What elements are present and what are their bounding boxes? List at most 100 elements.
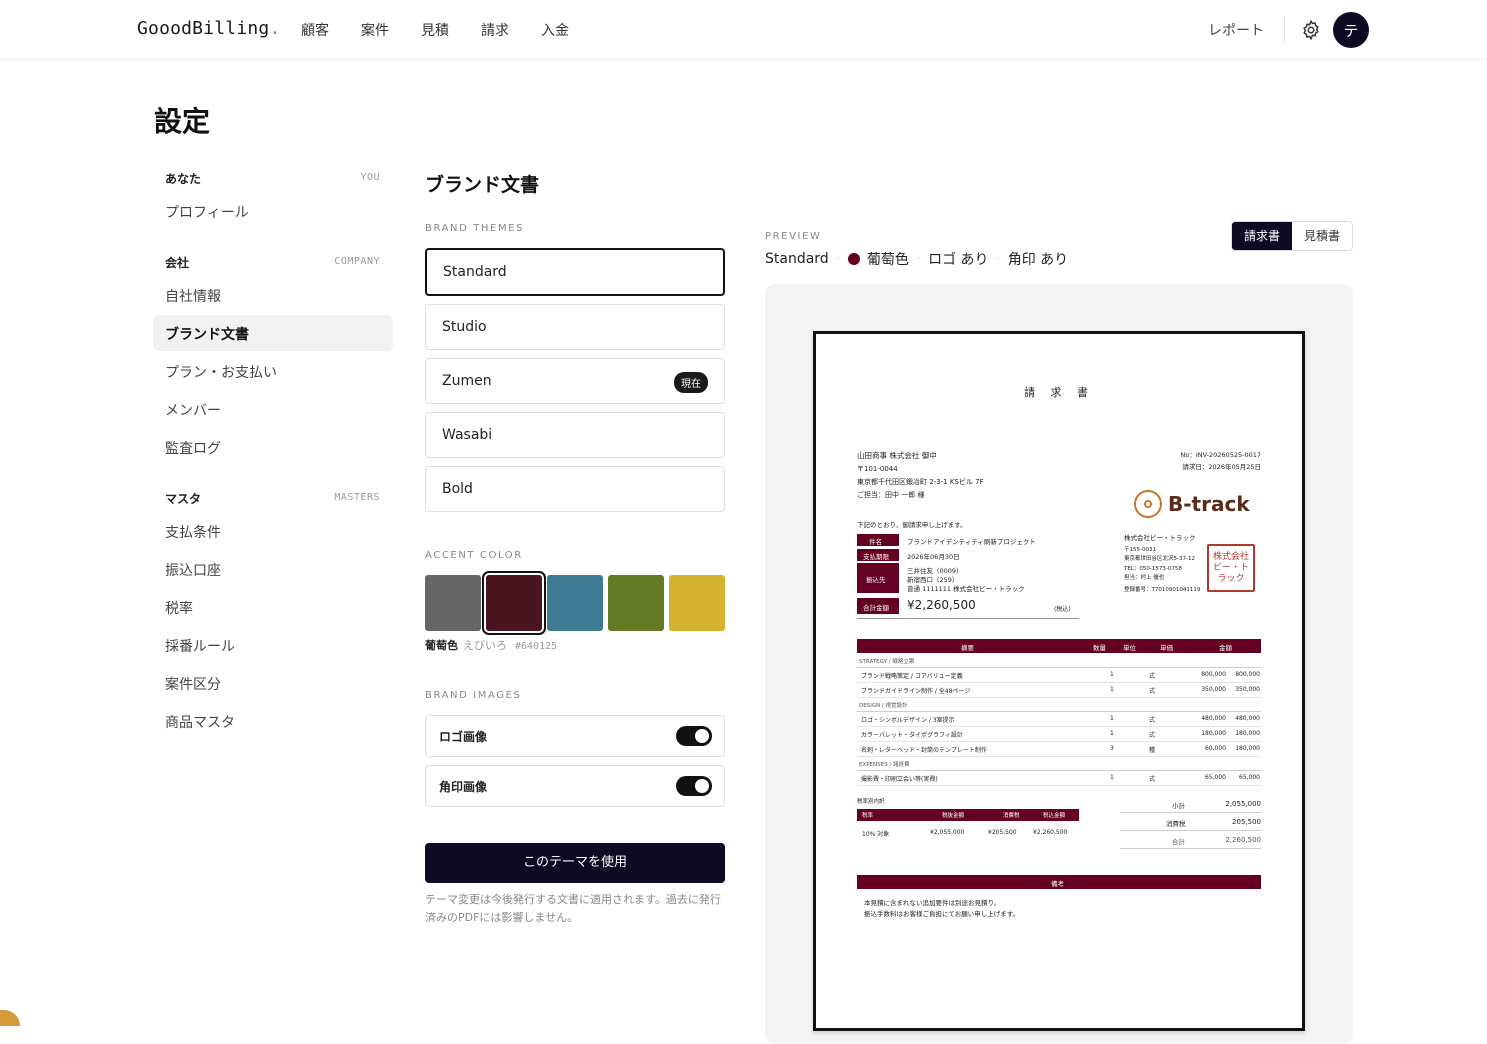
items-header: 摘要 数量 単位 単価 金額 <box>857 639 1261 653</box>
remarks-header: 備考 <box>857 875 1261 889</box>
swatch-gray[interactable] <box>425 575 481 631</box>
total-label-bar: 合計金額 <box>857 598 899 614</box>
sidebar-item-company-info[interactable]: 自社情報 <box>165 286 221 306</box>
nav-customers[interactable]: 顧客 <box>301 20 329 40</box>
app-logo[interactable]: GooodBilling. <box>137 18 281 39</box>
line-item-unit: 種 <box>1149 747 1156 754</box>
tax-row-rate: 10% 対象 <box>862 831 890 838</box>
images-label: BRAND IMAGES <box>425 690 522 701</box>
divider <box>1284 16 1285 44</box>
nav-report[interactable]: レポート <box>1208 20 1264 40</box>
sidebar-tag-company: COMPANY <box>334 256 380 267</box>
top-bar: GooodBilling. 顧客 案件 見積 請求 入金 レポート テ <box>0 0 1487 60</box>
intro-text: 下記のとおり、御請求申し上げます。 <box>857 521 967 529</box>
swatch-olive[interactable] <box>608 575 664 631</box>
line-item-description: カラーパレット・タイポグラフィ設計 <box>861 732 963 739</box>
nav-payments[interactable]: 入金 <box>541 20 569 40</box>
company-zip: 〒155-0031 <box>1124 547 1156 553</box>
subject-value: ブランドアイデンティティ刷新プロジェクト <box>907 538 1036 546</box>
line-item-unit: 式 <box>1149 776 1156 783</box>
line-item-description: ブランドガイドライン制作 / 全48ページ <box>861 688 971 695</box>
section-title: ブランド文書 <box>425 174 540 196</box>
sidebar-item-brand-docs[interactable]: ブランド文書 <box>153 315 393 351</box>
theme-option-zumen[interactable]: Zumen 現在 <box>425 358 725 404</box>
item-group-divider <box>857 667 1261 668</box>
bank-line-3: 普通 1111111 株式会社ビー・トラック <box>907 585 1025 593</box>
gear-icon[interactable] <box>1300 19 1322 41</box>
sidebar-item-profile[interactable]: プロフィール <box>165 202 249 222</box>
company-seal: 株式会社ビー・トラック <box>1207 544 1255 592</box>
item-group-divider <box>857 770 1261 771</box>
logo-image-row: ロゴ画像 <box>425 715 725 757</box>
sidebar-item-bank-accounts[interactable]: 振込口座 <box>165 560 221 580</box>
total-amount: ¥2,260,500 <box>907 598 976 612</box>
client-name: 山田商事 株式会社 御中 <box>857 451 937 460</box>
use-theme-button[interactable]: このテーマを使用 <box>425 843 725 883</box>
tax-included: (税込) <box>1054 606 1071 613</box>
line-item-amount: 65,000 <box>1239 774 1260 781</box>
invoice-title: 請 求 書 <box>1024 386 1094 399</box>
remark-line-2: 振込手数料はお客様ご負担にてお願い申し上げます。 <box>864 910 1020 918</box>
client-zip: 〒101-0044 <box>857 465 898 473</box>
sidebar-section-you: あなた <box>165 172 202 186</box>
client-contact: ご担当：田中 一郎 様 <box>857 491 925 499</box>
line-item-description: ブランド戦略策定 / コアバリュー定義 <box>861 673 963 680</box>
brand-logo-text: B-track <box>1168 492 1250 516</box>
grand-total-value: 2,260,500 <box>1225 836 1261 844</box>
line-item-description: ロゴ・シンボルデザイン / 3案提示 <box>861 717 955 724</box>
swatch-teal[interactable] <box>547 575 603 631</box>
seal-image-toggle[interactable] <box>676 776 712 796</box>
bank-label-bar: 振込先 <box>857 563 899 593</box>
subtotal-label: 小計 <box>1172 802 1185 810</box>
swatch-mustard[interactable] <box>669 575 725 631</box>
company-person: 担当：村上 優也 <box>1124 575 1165 581</box>
line-item-divider <box>857 726 1261 727</box>
company-name: 株式会社ビー・トラック <box>1124 534 1196 542</box>
sidebar-item-products[interactable]: 商品マスタ <box>165 712 235 732</box>
tax-breakdown-header: 税率 税抜金額 消費税 税込金額 <box>857 809 1079 821</box>
sidebar-item-audit-log[interactable]: 監査ログ <box>165 438 221 458</box>
themes-label: BRAND THEMES <box>425 223 525 234</box>
invoice-no: No：INV-20260525-0017 <box>1180 451 1261 459</box>
theme-option-standard[interactable]: Standard <box>425 248 725 296</box>
item-group-label: STRATEGY / 戦略立案 <box>859 659 915 665</box>
avatar[interactable]: テ <box>1333 12 1369 48</box>
line-item-description: 名刺・レターヘッド・封筒のテンプレート制作 <box>861 747 987 754</box>
theme-option-wasabi[interactable]: Wasabi <box>425 412 725 458</box>
sidebar-tag-you: YOU <box>360 172 380 183</box>
theme-note: テーマ変更は今後発行する文書に適用されます。過去に発行済みのPDFには影響しませ… <box>425 893 721 924</box>
sidebar-item-tax-rates[interactable]: 税率 <box>165 598 193 618</box>
tab-quote[interactable]: 見積書 <box>1292 222 1352 250</box>
sidebar-item-project-types[interactable]: 案件区分 <box>165 674 221 694</box>
company-address: 東京都世田谷区北沢5-37-12 <box>1124 556 1195 562</box>
sidebar-item-payment-terms[interactable]: 支払条件 <box>165 522 221 542</box>
line-item-qty: 1 <box>1110 686 1114 693</box>
company-tel: TEL：050-1573-0758 <box>1124 566 1182 572</box>
nav-invoices[interactable]: 請求 <box>481 20 509 40</box>
page-title: 設定 <box>154 105 211 138</box>
sidebar-tag-masters: MASTERS <box>334 492 380 503</box>
tax-breakdown-label: 税率別内訳 <box>857 799 885 805</box>
current-badge: 現在 <box>674 372 708 393</box>
line-item-divider <box>857 682 1261 683</box>
line-item-unit: 式 <box>1149 732 1156 739</box>
nav-quotes[interactable]: 見積 <box>421 20 449 40</box>
swatch-grape[interactable] <box>486 575 542 631</box>
remark-line-1: 本見積に含まれない追加要件は別途お見積り。 <box>864 899 1001 907</box>
item-group-divider <box>857 711 1261 712</box>
nav-projects[interactable]: 案件 <box>361 20 389 40</box>
due-value: 2026年06月30日 <box>907 553 960 561</box>
sidebar-item-numbering[interactable]: 採番ルール <box>165 636 235 656</box>
tax-total-value: 205,500 <box>1232 818 1261 826</box>
sidebar-item-plan[interactable]: プラン・お支払い <box>165 362 277 382</box>
sidebar-item-members[interactable]: メンバー <box>165 400 221 420</box>
theme-option-bold[interactable]: Bold <box>425 466 725 512</box>
line-item-amount: 800,000 <box>1235 671 1260 678</box>
theme-option-studio[interactable]: Studio <box>425 304 725 350</box>
accent-label: ACCENT COLOR <box>425 550 523 561</box>
brand-logo-icon <box>1134 490 1162 518</box>
tax-total-label: 消費税 <box>1166 820 1186 828</box>
logo-image-toggle[interactable] <box>676 726 712 746</box>
line-item-qty: 1 <box>1110 730 1114 737</box>
tab-invoice[interactable]: 請求書 <box>1232 222 1292 250</box>
